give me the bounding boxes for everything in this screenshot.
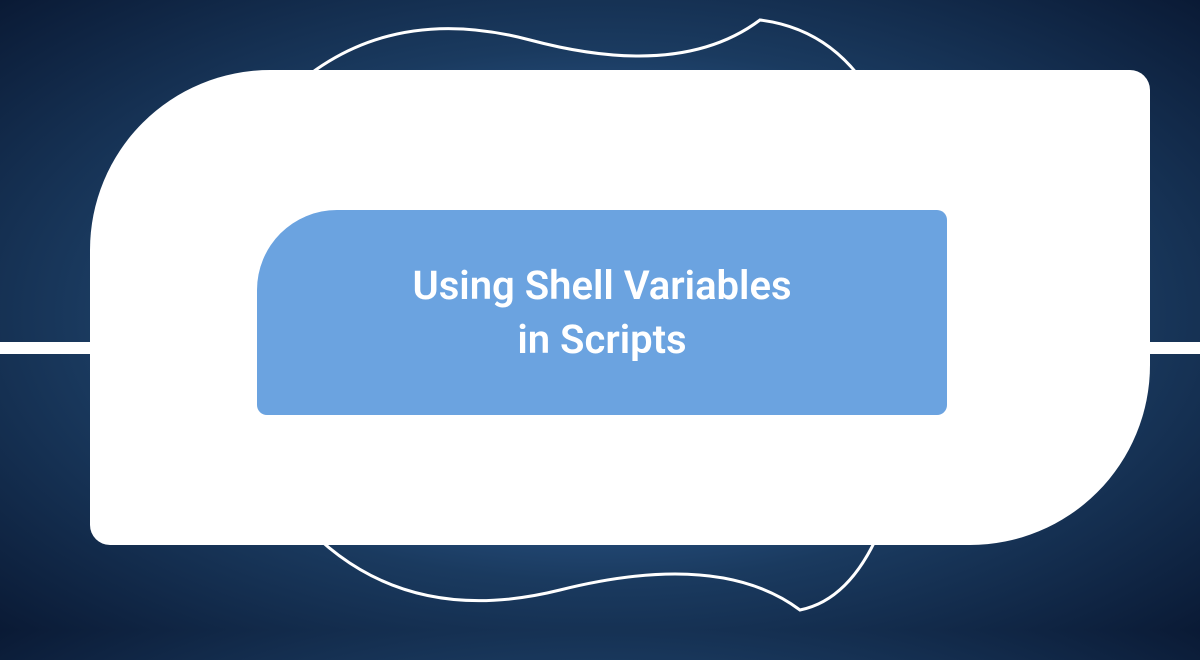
title-line-1: Using Shell Variables: [412, 262, 791, 309]
decorative-wave-bottom: [280, 500, 880, 660]
title-line-2: in Scripts: [517, 316, 686, 363]
decorative-wave-top: [280, 0, 880, 130]
inner-card-shape: Using Shell Variables in Scripts: [257, 210, 947, 415]
page-title: Using Shell Variables in Scripts: [412, 259, 791, 367]
